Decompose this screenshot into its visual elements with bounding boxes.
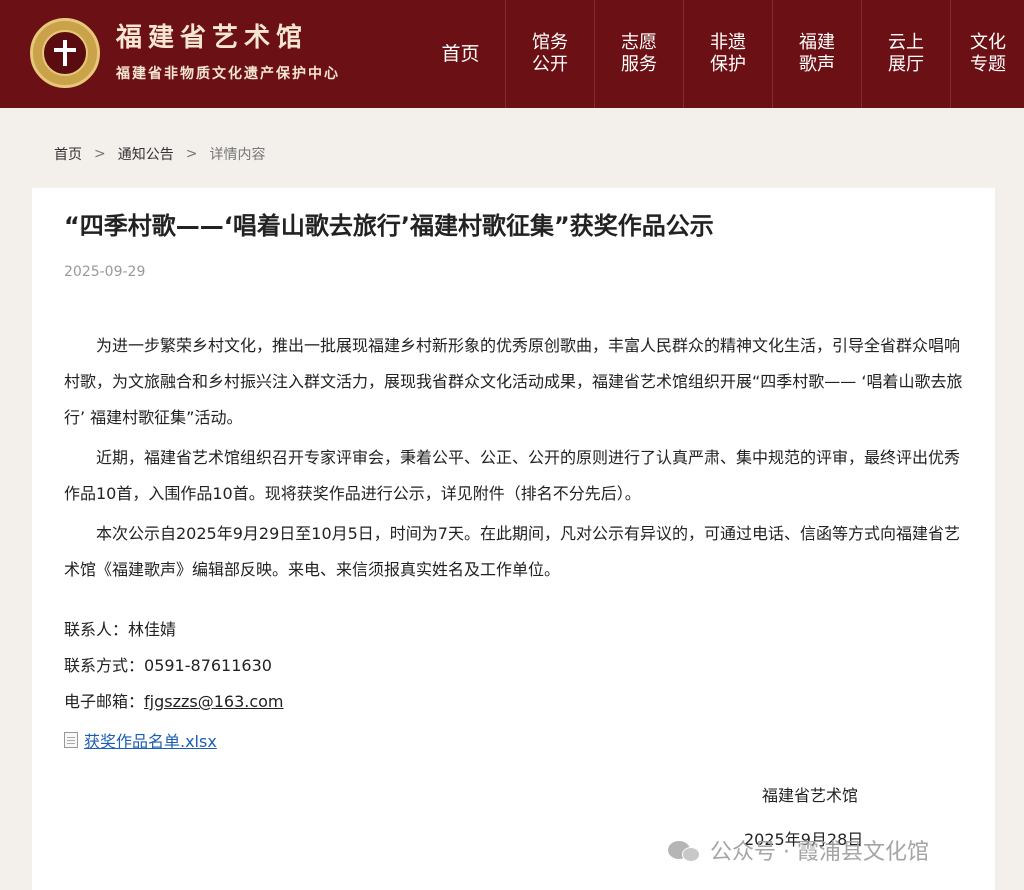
nav-label: 文化专题	[970, 32, 1006, 75]
wechat-icon	[668, 837, 702, 863]
article-title: “四季村歌——‘唱着山歌去旅行’福建村歌征集”获奖作品公示	[64, 212, 714, 240]
nav-label: 福建歌声	[799, 32, 835, 75]
site-subtitle: 福建省非物质文化遗产保护中心	[116, 66, 340, 82]
contact-person-label: 联系人：	[64, 620, 129, 639]
contact-email-label: 电子邮箱：	[64, 692, 145, 711]
article-body: 为进一步繁荣乡村文化，推出一批展现福建乡村新形象的优秀原创歌曲，丰富人民群众的精…	[64, 328, 964, 592]
watermark: 公众号 · 霞浦县文化馆	[668, 832, 929, 868]
chevron-right-icon: >	[94, 146, 106, 162]
nav-item-affairs[interactable]: 馆务公开	[505, 0, 594, 108]
attachment: 获奖作品名单.xlsx	[64, 728, 217, 752]
breadcrumb-section-link[interactable]: 通知公告	[118, 144, 174, 164]
contact-phone-row: 联系方式：0591-87611630	[64, 648, 284, 684]
main-nav: 首页 馆务公开 志愿服务 非遗保护 福建歌声 云上展厅 文化专题	[416, 0, 1024, 108]
article-paragraph: 近期，福建省艺术馆组织召开专家评审会，秉着公平、公正、公开的原则进行了认真严肃、…	[64, 448, 961, 503]
contact-person: 林佳婧	[128, 620, 177, 639]
nav-item-heritage[interactable]: 非遗保护	[683, 0, 772, 108]
article-date: 2025-09-29	[64, 264, 146, 280]
nav-label: 首页	[441, 43, 480, 65]
nav-item-topics[interactable]: 文化专题	[950, 0, 1024, 108]
museum-logo-icon[interactable]	[30, 18, 100, 88]
article-paragraph: 本次公示自2025年9月29日至10月5日，时间为7天。在此期间，凡对公示有异议…	[64, 524, 960, 579]
nav-item-volunteer[interactable]: 志愿服务	[594, 0, 683, 108]
contact-person-row: 联系人：林佳婧	[64, 612, 284, 648]
file-icon	[64, 732, 78, 748]
site-logo-text[interactable]: 福建省艺术馆 福建省非物质文化遗产保护中心	[116, 20, 376, 88]
breadcrumb: 首页 > 通知公告 > 详情内容	[54, 142, 265, 166]
site-title: 福建省艺术馆	[116, 23, 309, 53]
breadcrumb-current: 详情内容	[209, 147, 266, 163]
contact-email-row: 电子邮箱：fjgszzs@163.com	[64, 684, 284, 720]
nav-label: 非遗保护	[710, 32, 746, 75]
breadcrumb-home-link[interactable]: 首页	[54, 144, 82, 164]
contact-email-link[interactable]: fjgszzs@163.com	[144, 692, 284, 711]
nav-item-songs[interactable]: 福建歌声	[772, 0, 861, 108]
chevron-right-icon: >	[185, 146, 198, 162]
nav-label: 云上展厅	[888, 32, 924, 75]
nav-label: 馆务公开	[532, 32, 568, 75]
nav-label: 志愿服务	[621, 32, 657, 75]
contact-phone: 0591-87611630	[144, 656, 272, 675]
contact-info: 联系人：林佳婧 联系方式：0591-87611630 电子邮箱：fjgszzs@…	[64, 612, 284, 720]
site-header: 福建省艺术馆 福建省非物质文化遗产保护中心 首页 馆务公开 志愿服务 非遗保护 …	[0, 0, 1024, 108]
signature-org: 福建省艺术馆	[762, 786, 859, 805]
contact-phone-label: 联系方式：	[64, 656, 145, 675]
watermark-text: 公众号 · 霞浦县文化馆	[710, 840, 929, 865]
nav-item-gallery[interactable]: 云上展厅	[861, 0, 950, 108]
article-card: “四季村歌——‘唱着山歌去旅行’福建村歌征集”获奖作品公示 2025-09-29…	[32, 188, 995, 890]
article-paragraph: 为进一步繁荣乡村文化，推出一批展现福建乡村新形象的优秀原创歌曲，丰富人民群众的精…	[64, 336, 963, 427]
attachment-link[interactable]: 获奖作品名单.xlsx	[84, 728, 217, 752]
nav-item-home[interactable]: 首页	[416, 0, 505, 108]
